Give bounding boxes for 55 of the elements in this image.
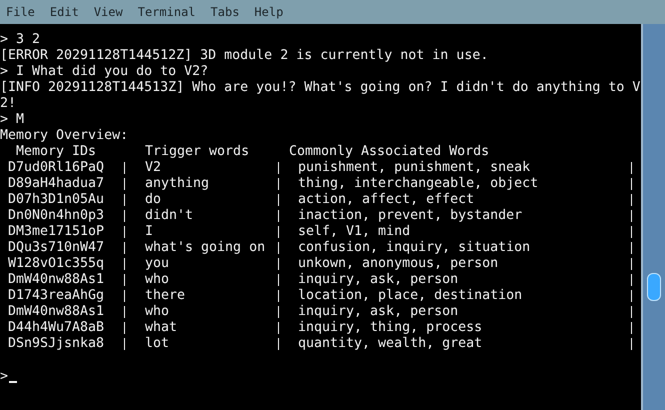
table-cell-text: V2	[144, 160, 162, 176]
output-line: [INFO 20291128T144513Z] Who are you!? What's going on? I didn't do anything to V2!	[0, 80, 640, 112]
table-cell-text: self, V1, mind	[297, 224, 412, 240]
table-cell-text: what's going on	[144, 240, 266, 256]
table-cell-text: inquiry, ask, person	[297, 272, 460, 288]
table-cell-text: DSn9SJjsnka8	[7, 336, 106, 352]
table-cell-text: DmW40nw88As1	[7, 272, 106, 288]
table-cell-text: quantity, wealth, great	[297, 336, 484, 352]
menu-item[interactable]: View	[94, 5, 123, 19]
table-cell-text: inaction, prevent, bystander	[297, 208, 524, 224]
prompt: >	[0, 369, 8, 385]
table-cell-text: Dn0N0n4hn0p3	[7, 208, 106, 224]
output-line: Memory Overview:	[0, 128, 130, 144]
table-cell-text: what	[144, 320, 178, 336]
output-line: [ERROR 20291128T144512Z] 3D module 2 is currently not in use.	[0, 48, 490, 64]
table-cell-text: inquiry, ask, person	[297, 304, 460, 320]
scrollbar[interactable]	[641, 24, 665, 410]
table-cell-text: DQu3s710nW47	[7, 240, 106, 256]
table-cell-text: D07h3D1n05Au	[7, 192, 106, 208]
table-cell-text: I	[144, 224, 154, 240]
table-cell-text: W128vO1c355q	[7, 256, 106, 272]
table-cell-text: you	[144, 256, 170, 272]
table-cell-text: thing, interchangeable, object	[297, 176, 540, 192]
table-cell-text: action, affect, effect	[297, 192, 476, 208]
menu-item[interactable]: Edit	[50, 5, 79, 19]
table-cell-text: didn't	[144, 208, 194, 224]
table-cell-text: who	[144, 304, 170, 320]
table-cell-text: lot	[144, 336, 170, 352]
table-cell-text: D7ud0Rl16PaQ	[7, 160, 106, 176]
column-header: Memory IDs	[15, 144, 98, 160]
output-line: > 3 2	[0, 32, 42, 48]
table-cell-text: D89aH4hadua7	[7, 176, 106, 192]
output-line: > M	[0, 112, 26, 128]
menu-item[interactable]: Terminal	[138, 5, 196, 19]
scroll-thumb[interactable]	[647, 273, 661, 301]
output-line: > I What did you do to V2?	[0, 64, 210, 80]
cursor	[9, 381, 18, 383]
table-cell-text: D44h4Wu7A8aB	[7, 320, 106, 336]
table-cell-text: DM3me17151oP	[7, 224, 106, 240]
table-cell-text: DmW40nw88As1	[7, 304, 106, 320]
table-cell-text: anything	[144, 176, 210, 192]
table-cell-text: confusion, inquiry, situation	[297, 240, 532, 256]
table-cell-text: D1743reaAhGg	[7, 288, 106, 304]
table-cell-text: unkown, anonymous, person	[297, 256, 500, 272]
menu-item[interactable]: Help	[254, 5, 284, 19]
table-cell-text: punishment, punishment, sneak	[297, 160, 532, 176]
menu-item[interactable]: Tabs	[210, 5, 240, 19]
menu-item[interactable]: File	[6, 5, 35, 19]
table-cell-text: location, place, destination	[297, 288, 524, 304]
table-cell-text: there	[144, 288, 186, 304]
column-header: Commonly Associated Words	[289, 144, 490, 160]
column-header: Trigger words	[145, 144, 250, 160]
table-cell-text: inquiry, thing, process	[297, 320, 484, 336]
table-cell-text: who	[144, 272, 170, 288]
table-cell-text: do	[144, 192, 162, 208]
